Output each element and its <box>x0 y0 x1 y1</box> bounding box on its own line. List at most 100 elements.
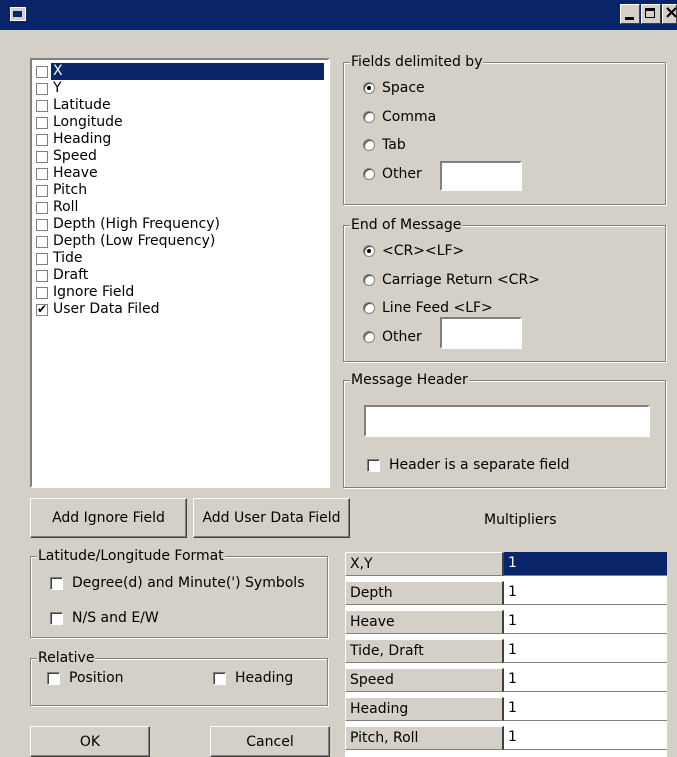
list-item[interactable]: User Data Filed <box>36 301 324 318</box>
list-item[interactable]: Depth (Low Frequency) <box>36 233 324 250</box>
list-item-label: Draft <box>53 267 89 283</box>
multiplier-name-cell: X,Y <box>345 552 504 576</box>
add-user-data-field-button[interactable]: Add User Data Field <box>193 498 350 538</box>
multiplier-name-cell: Pitch, Roll <box>345 726 504 750</box>
list-item-checkbox[interactable] <box>36 82 48 95</box>
relative-position-label: Position <box>69 670 124 686</box>
multiplier-value-cell[interactable]: 1 <box>504 726 667 750</box>
list-item-checkbox[interactable] <box>36 286 48 299</box>
ns-ew-box[interactable] <box>50 611 63 625</box>
list-item-checkbox[interactable] <box>36 252 48 265</box>
radio-lf-label: Line Feed <LF> <box>382 300 493 316</box>
multiplier-name-cell: Heading <box>345 697 504 721</box>
header-separate-checkbox[interactable]: Header is a separate field <box>367 457 570 473</box>
radio-space-dot[interactable] <box>363 82 375 94</box>
radio-eom-other[interactable]: Other <box>363 329 422 345</box>
table-row[interactable]: Heave 1 <box>345 610 667 635</box>
degree-minute-label: Degree(d) and Minute(') Symbols <box>72 575 305 591</box>
radio-lf[interactable]: Line Feed <LF> <box>363 300 493 316</box>
multipliers-grid[interactable]: X,Y 1 Depth 1 Heave 1 Tide, Draft 1 Speed 1 Headin… <box>345 552 667 757</box>
radio-crlf-dot[interactable] <box>363 245 375 257</box>
list-item[interactable]: Tide <box>36 250 324 267</box>
multiplier-value-cell[interactable]: 1 <box>504 610 667 634</box>
list-item[interactable]: Heading <box>36 131 324 148</box>
message-header-group: Message Header Header is a separate fiel… <box>343 372 666 488</box>
table-row[interactable]: Heading 1 <box>345 697 667 722</box>
relative-heading-box[interactable] <box>213 671 226 685</box>
radio-tab-dot[interactable] <box>363 139 375 151</box>
maximize-button[interactable] <box>641 4 661 24</box>
list-item-label: User Data Filed <box>53 301 160 317</box>
list-item-checkbox[interactable] <box>36 269 48 282</box>
radio-comma[interactable]: Comma <box>363 109 436 125</box>
list-item-checkbox[interactable] <box>36 133 48 146</box>
table-row[interactable]: X,Y 1 <box>345 552 667 577</box>
radio-delim-other-dot[interactable] <box>363 168 375 180</box>
list-item[interactable]: Pitch <box>36 182 324 199</box>
radio-cr[interactable]: Carriage Return <CR> <box>363 272 540 288</box>
list-item-checkbox[interactable] <box>36 150 48 163</box>
list-item-checkbox[interactable] <box>36 201 48 214</box>
multipliers-label: Multipliers <box>484 512 557 528</box>
cancel-button[interactable]: Cancel <box>210 726 330 757</box>
list-item[interactable]: Draft <box>36 267 324 284</box>
table-row[interactable]: Depth 1 <box>345 581 667 606</box>
degree-minute-box[interactable] <box>50 576 63 590</box>
ok-button[interactable]: OK <box>30 726 150 757</box>
eom-other-input[interactable] <box>440 317 522 349</box>
table-row[interactable]: Pitch, Roll 1 <box>345 726 667 751</box>
multiplier-value-cell[interactable]: 1 <box>504 668 667 692</box>
list-item-checkbox[interactable] <box>36 235 48 248</box>
relative-position-checkbox[interactable]: Position <box>47 670 124 686</box>
relative-group: Relative Position Heading <box>30 650 328 706</box>
radio-crlf[interactable]: <CR><LF> <box>363 243 464 259</box>
table-row[interactable]: Tide, Draft 1 <box>345 639 667 664</box>
delimiter-other-input[interactable] <box>440 161 522 191</box>
multiplier-value-cell[interactable]: 1 <box>504 552 667 576</box>
multiplier-value-cell[interactable]: 1 <box>504 581 667 605</box>
table-row[interactable]: Speed 1 <box>345 668 667 693</box>
list-item-checkbox[interactable] <box>36 65 48 78</box>
list-item[interactable]: Latitude <box>36 97 324 114</box>
radio-eom-other-dot[interactable] <box>363 331 375 343</box>
field-list[interactable]: X Y Latitude Longitude Heading Speed Heave Pitc… <box>30 58 330 488</box>
list-item[interactable]: Roll <box>36 199 324 216</box>
list-item-checkbox[interactable] <box>36 116 48 129</box>
radio-comma-dot[interactable] <box>363 111 375 123</box>
multiplier-value-cell[interactable]: 1 <box>504 639 667 663</box>
list-item[interactable]: Y <box>36 80 324 97</box>
list-item-checkbox[interactable] <box>36 167 48 180</box>
list-item[interactable]: X <box>36 62 325 81</box>
list-item-checkbox-checked[interactable] <box>36 301 48 318</box>
end-of-message-group: End of Message <CR><LF> Carriage Return … <box>343 217 666 362</box>
relative-position-box[interactable] <box>47 671 60 685</box>
radio-lf-dot[interactable] <box>363 302 375 314</box>
ns-ew-checkbox[interactable]: N/S and E/W <box>50 610 159 626</box>
list-item-label: X <box>50 62 325 81</box>
list-item-checkbox[interactable] <box>36 99 48 112</box>
list-item-checkbox[interactable] <box>36 184 48 197</box>
app-icon[interactable] <box>10 7 26 21</box>
degree-minute-checkbox[interactable]: Degree(d) and Minute(') Symbols <box>50 575 305 591</box>
latlon-format-title: Latitude/Longitude Format <box>37 548 225 564</box>
list-item-checkbox[interactable] <box>36 218 48 231</box>
radio-space[interactable]: Space <box>363 80 425 96</box>
list-item[interactable]: Heave <box>36 165 324 182</box>
minimize-button[interactable] <box>620 4 640 24</box>
radio-cr-dot[interactable] <box>363 274 375 286</box>
list-item[interactable]: Speed <box>36 148 324 165</box>
add-ignore-field-button[interactable]: Add Ignore Field <box>30 498 187 538</box>
header-separate-box[interactable] <box>367 458 380 472</box>
relative-heading-checkbox[interactable]: Heading <box>213 670 293 686</box>
radio-tab[interactable]: Tab <box>363 137 406 153</box>
list-item-label: Heave <box>53 165 98 181</box>
list-item[interactable]: Longitude <box>36 114 324 131</box>
list-item[interactable]: Depth (High Frequency) <box>36 216 324 233</box>
radio-delim-other[interactable]: Other <box>363 166 422 182</box>
relative-heading-label: Heading <box>235 670 294 686</box>
title-bar[interactable] <box>0 0 677 30</box>
message-header-input[interactable] <box>364 405 650 437</box>
multiplier-value-cell[interactable]: 1 <box>504 697 667 721</box>
list-item[interactable]: Ignore Field <box>36 284 324 301</box>
close-button[interactable] <box>662 2 677 24</box>
